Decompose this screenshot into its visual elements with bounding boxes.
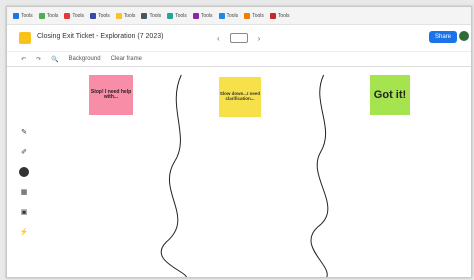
- select-icon[interactable]: [19, 167, 29, 177]
- app-header: Closing Exit Ticket - Exploration (7 202…: [7, 25, 471, 51]
- bookmark-icon: [13, 12, 19, 19]
- bookmark[interactable]: Tools: [13, 12, 33, 19]
- image-icon[interactable]: ▣: [19, 207, 29, 217]
- bookmark-icon: [38, 12, 45, 19]
- frame-bar-toggle[interactable]: [229, 33, 248, 43]
- frame-nav: ‹ ›: [217, 33, 260, 43]
- bookmark-icon: [141, 12, 148, 19]
- avatar[interactable]: [459, 31, 469, 41]
- bookmark[interactable]: Tools: [115, 12, 135, 19]
- bookmark-icon: [218, 12, 225, 19]
- bookmark-icon: [115, 12, 122, 19]
- bookmark[interactable]: Tools: [192, 12, 213, 19]
- bookmark[interactable]: Tools: [269, 12, 290, 19]
- redo-icon[interactable]: ↷: [36, 56, 41, 63]
- share-button[interactable]: Share: [428, 31, 457, 43]
- document-title[interactable]: Closing Exit Ticket - Exploration (7 202…: [37, 33, 163, 40]
- toolbar: ↶ ↷ 🔍 Background Clear frame: [7, 51, 471, 67]
- bookmark[interactable]: Tools: [141, 12, 161, 19]
- sticky-note-got-it[interactable]: Got it!: [370, 75, 410, 115]
- browser-frame: Tools Tools Tools Tools Tools Tools Tool…: [6, 6, 472, 278]
- sticky-note-slow-down[interactable]: Slow down...I need clarification...: [219, 77, 261, 117]
- clear-frame-button[interactable]: Clear frame: [111, 56, 142, 62]
- zoom-icon[interactable]: 🔍: [51, 56, 58, 63]
- marker-icon[interactable]: ✐: [19, 147, 29, 157]
- right-wavy-line: [310, 74, 329, 277]
- bookmark-icon: [64, 12, 71, 19]
- undo-icon[interactable]: ↶: [21, 56, 26, 63]
- previous-frame-button[interactable]: ‹: [217, 34, 220, 43]
- background-button[interactable]: Background: [69, 56, 101, 62]
- left-toolbar: ✎ ✐ ▦ ▣ ⚡: [19, 127, 29, 237]
- bookmark[interactable]: Tools: [90, 12, 110, 19]
- bookmark[interactable]: Tools: [218, 12, 238, 19]
- bookmark[interactable]: Tools: [38, 12, 58, 19]
- next-frame-button[interactable]: ›: [258, 34, 261, 43]
- bookmark-icon: [192, 12, 199, 19]
- pen-icon[interactable]: ✎: [19, 127, 29, 137]
- bookmark[interactable]: Tools: [244, 12, 264, 19]
- jam-canvas[interactable]: Stop! I need help with... Slow down...I …: [7, 67, 471, 277]
- bookmark-icon: [269, 12, 276, 19]
- sticky-note-stop[interactable]: Stop! I need help with...: [89, 75, 133, 115]
- bookmarks-bar: Tools Tools Tools Tools Tools Tools Tool…: [7, 7, 471, 25]
- left-wavy-line: [160, 74, 187, 277]
- sticky-note-icon[interactable]: ▦: [19, 187, 29, 197]
- bookmark[interactable]: Tools: [167, 12, 187, 19]
- jamboard-logo-icon: [19, 32, 31, 44]
- bookmark-icon: [244, 12, 251, 19]
- bookmark-icon: [167, 12, 174, 19]
- bookmark[interactable]: Tools: [64, 12, 84, 19]
- laser-icon[interactable]: ⚡: [19, 227, 29, 237]
- bookmark-icon: [90, 12, 97, 19]
